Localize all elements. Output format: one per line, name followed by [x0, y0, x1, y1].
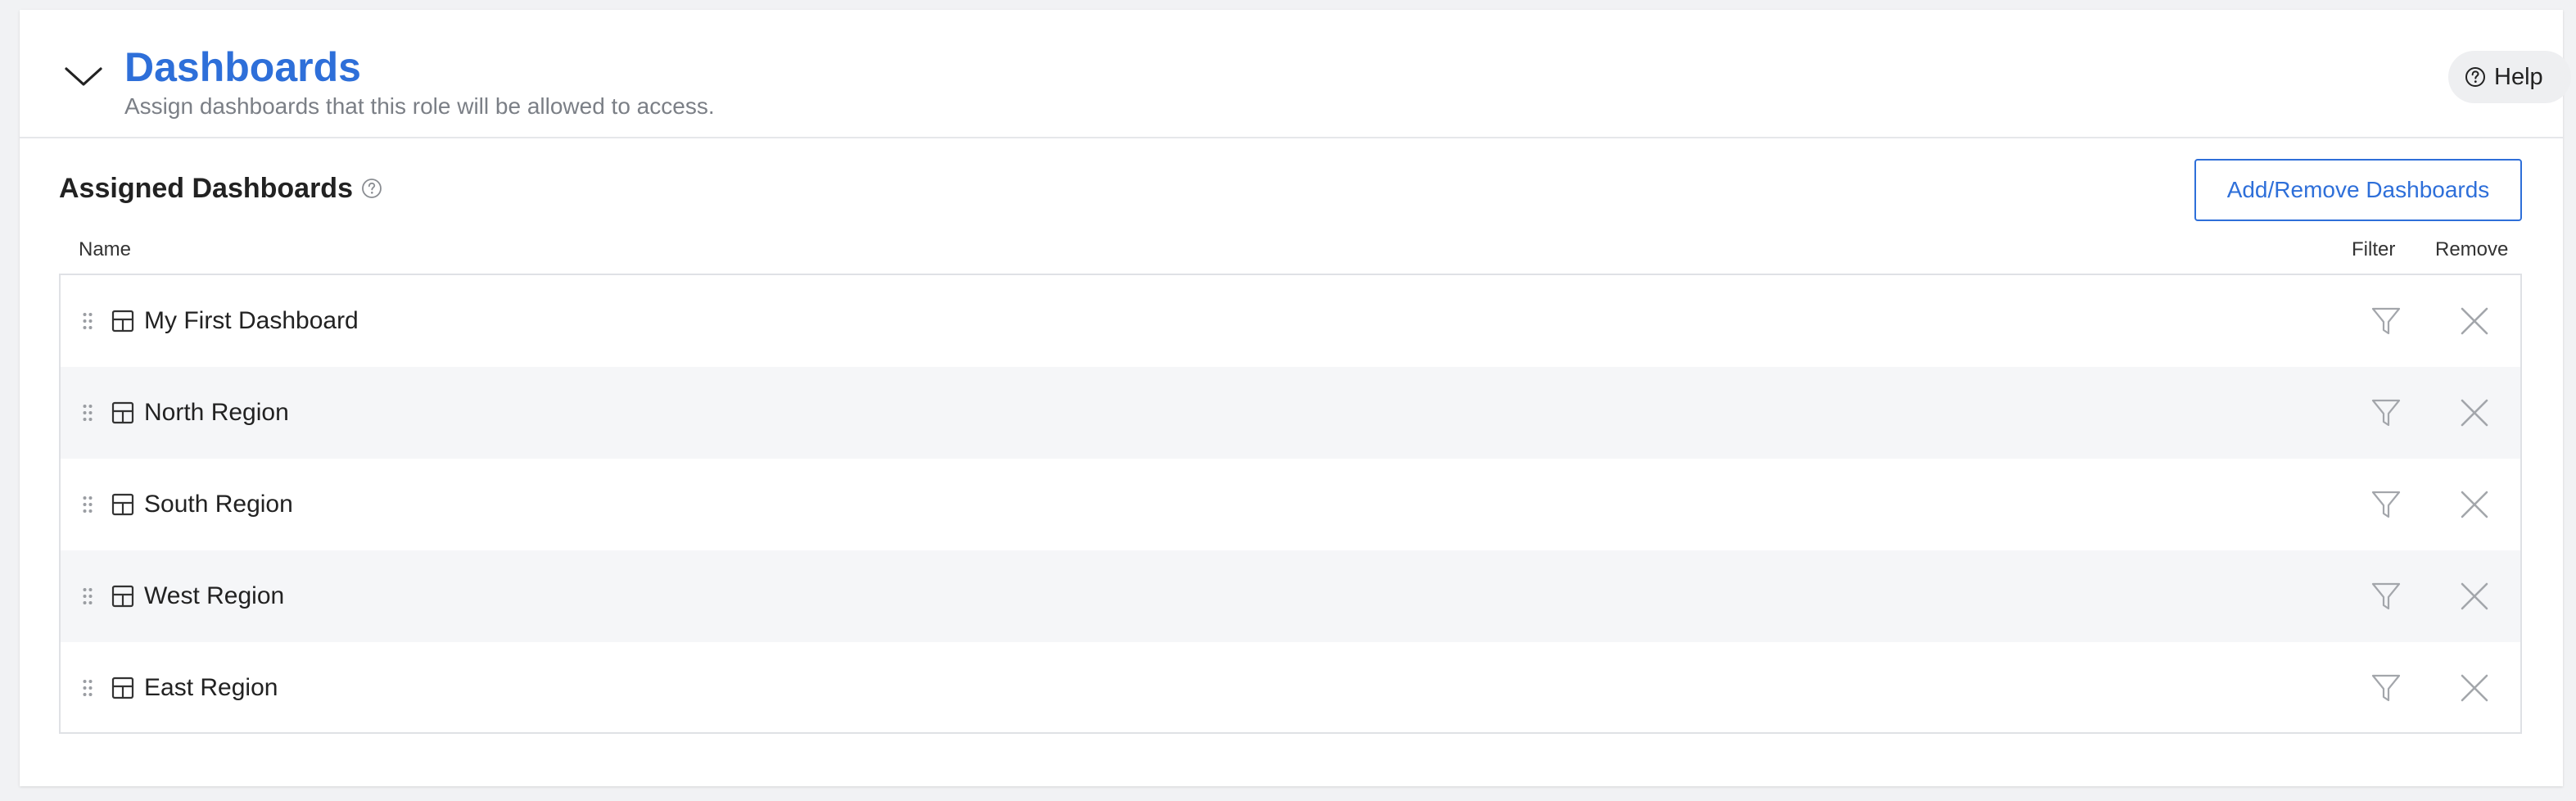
- filter-icon[interactable]: [2370, 305, 2402, 337]
- dashboards-table: My First Dashboard North Region South Re…: [59, 274, 2522, 734]
- drag-handle-icon[interactable]: [82, 311, 93, 331]
- table-row: South Region: [61, 459, 2520, 550]
- table-row: East Region: [61, 642, 2520, 734]
- help-button[interactable]: Help: [2448, 51, 2571, 103]
- column-header-filter: Filter: [2352, 238, 2396, 260]
- dashboard-name: South Region: [144, 491, 293, 518]
- dashboard-layout-icon: [111, 677, 134, 699]
- table-row: North Region: [61, 367, 2520, 459]
- dashboard-name: West Region: [144, 582, 285, 609]
- drag-handle-icon[interactable]: [82, 678, 93, 698]
- drag-handle-icon[interactable]: [82, 495, 93, 514]
- dashboard-name: East Region: [144, 674, 278, 701]
- filter-icon[interactable]: [2370, 488, 2402, 521]
- chevron-down-icon: [65, 67, 102, 86]
- drag-handle-icon[interactable]: [82, 586, 93, 606]
- filter-icon[interactable]: [2370, 672, 2402, 704]
- section-header: Dashboards Assign dashboards that this r…: [20, 10, 2571, 138]
- close-icon[interactable]: [2460, 398, 2489, 428]
- add-remove-dashboards-button[interactable]: Add/Remove Dashboards: [2194, 159, 2522, 221]
- info-icon[interactable]: [361, 178, 382, 199]
- filter-icon[interactable]: [2370, 580, 2402, 613]
- dashboards-card: Dashboards Assign dashboards that this r…: [20, 10, 2571, 786]
- close-icon[interactable]: [2460, 582, 2489, 611]
- collapse-toggle[interactable]: [59, 52, 108, 102]
- dashboard-layout-icon: [111, 310, 134, 333]
- help-label: Help: [2494, 63, 2543, 90]
- table-row: My First Dashboard: [61, 275, 2520, 367]
- section-title: Assigned Dashboards: [59, 172, 353, 204]
- dashboard-name: My First Dashboard: [144, 307, 359, 334]
- dashboard-layout-icon: [111, 401, 134, 424]
- question-circle-icon: [2465, 67, 2485, 87]
- page-subtitle: Assign dashboards that this role will be…: [124, 93, 715, 119]
- page-title: Dashboards: [124, 44, 361, 90]
- column-header-remove: Remove: [2435, 238, 2509, 260]
- column-header-name: Name: [79, 238, 132, 260]
- close-icon[interactable]: [2460, 306, 2489, 336]
- dashboard-layout-icon: [111, 585, 134, 608]
- table-row: West Region: [61, 550, 2520, 642]
- filter-icon[interactable]: [2370, 396, 2402, 429]
- dashboard-name: North Region: [144, 399, 289, 426]
- drag-handle-icon[interactable]: [82, 403, 93, 423]
- close-icon[interactable]: [2460, 673, 2489, 703]
- close-icon[interactable]: [2460, 490, 2489, 519]
- dashboard-layout-icon: [111, 493, 134, 516]
- assigned-dashboards-heading: Assigned Dashboards: [59, 170, 382, 206]
